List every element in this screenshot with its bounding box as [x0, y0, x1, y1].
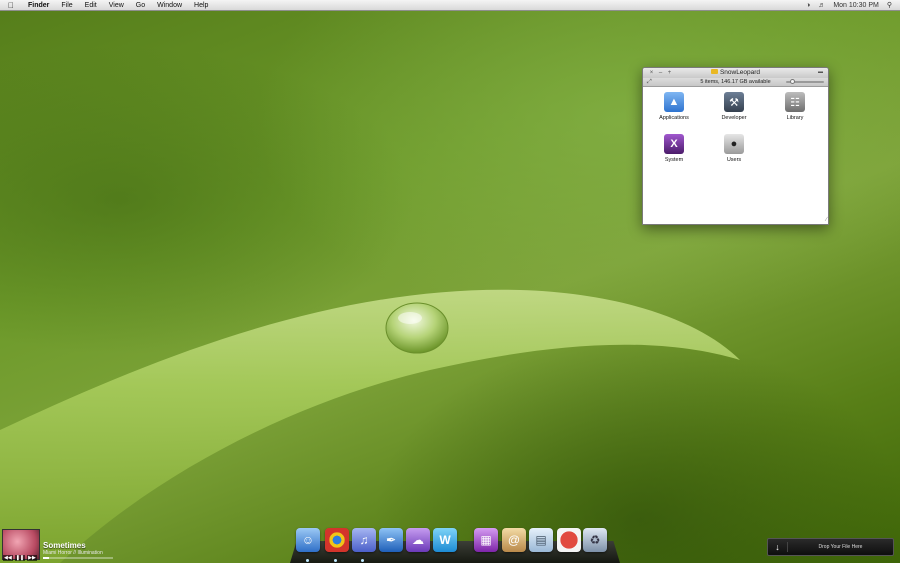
previous-icon[interactable]: ◀◀	[3, 555, 13, 561]
menu-window[interactable]: Window	[151, 0, 188, 11]
finder-window: × – + SnowLeopard ▬ ⤢ 5 items, 146.17 GB…	[642, 67, 829, 225]
toolbar-toggle-icon[interactable]: ▬	[818, 70, 824, 75]
finder-icon-grid: ▲ Applications ⚒ Developer ☷ Library X S…	[643, 88, 828, 223]
menu-bar:  Finder File Edit View Go Window Help ◑…	[0, 0, 900, 11]
stack-dock-icon[interactable]: ▦	[474, 528, 498, 552]
finder-item-label: Developer	[721, 115, 747, 121]
menu-file[interactable]: File	[55, 0, 78, 11]
finder-title: SnowLeopard	[643, 68, 828, 78]
icon-size-slider[interactable]	[786, 79, 824, 84]
pause-icon[interactable]: ❚❚	[14, 555, 26, 561]
finder-item-label: Applications	[659, 115, 689, 121]
song-progress-fill	[43, 557, 49, 559]
pen-app-dock-icon[interactable]: ✒	[379, 528, 403, 552]
finder-item-system[interactable]: X System	[649, 134, 699, 163]
resize-handle-icon[interactable]: ∕	[826, 217, 827, 223]
song-title: Sometimes	[43, 541, 86, 550]
menu-go[interactable]: Go	[130, 0, 151, 11]
spotlight-icon[interactable]: ⚲	[887, 1, 892, 9]
drop-zone[interactable]: ↓ Drop Your File Here	[767, 538, 894, 556]
menu-view[interactable]: View	[103, 0, 130, 11]
song-progress[interactable]	[43, 557, 113, 559]
x-system-icon: X	[664, 134, 684, 154]
menu-app-finder[interactable]: Finder	[22, 0, 55, 11]
clock[interactable]: Mon 10:30 PM	[833, 2, 879, 9]
menu-help[interactable]: Help	[188, 0, 214, 11]
itunes-dock-icon[interactable]: ♫	[352, 528, 376, 552]
next-icon[interactable]: ▶▶	[27, 555, 37, 561]
apple-icon[interactable]: 	[0, 1, 22, 10]
running-indicator	[334, 559, 337, 562]
finder-statusbar: ⤢ 5 items, 146.17 GB available	[643, 78, 828, 87]
finder-item-developer[interactable]: ⚒ Developer	[709, 92, 759, 121]
chrome-dock-icon[interactable]	[325, 528, 349, 552]
song-artist: Miami Horror // Illumination	[43, 550, 103, 556]
folder-icon	[710, 69, 718, 74]
menu-edit[interactable]: Edit	[79, 0, 103, 11]
download-arrow-icon: ↓	[768, 542, 788, 552]
finder-item-label: Users	[726, 157, 742, 163]
finder-titlebar[interactable]: × – + SnowLeopard ▬	[643, 68, 828, 78]
users-icon: ●	[724, 134, 744, 154]
app-store-icon: ▲	[664, 92, 684, 112]
finder-title-text: SnowLeopard	[719, 69, 761, 76]
finder-item-label: System	[664, 157, 684, 163]
finder-item-label: Library	[786, 115, 804, 121]
trash-dock-icon[interactable]: ♻	[583, 528, 607, 552]
library-columns-icon: ☷	[785, 92, 805, 112]
drop-zone-label: Drop Your File Here	[818, 544, 863, 550]
angry-birds-dock-icon[interactable]	[557, 528, 581, 552]
hammer-icon: ⚒	[724, 92, 744, 112]
slider-knob[interactable]	[790, 79, 795, 84]
running-indicator	[306, 559, 309, 562]
menu-extras: ◑ ♬ Mon 10:30 PM ⚲	[806, 1, 900, 10]
chat-dock-icon[interactable]: ☁	[406, 528, 430, 552]
folder-dock-icon[interactable]: ▤	[529, 528, 553, 552]
playback-controls: ◀◀ ❚❚ ▶▶	[3, 555, 37, 561]
time-machine-icon[interactable]: ◑	[806, 2, 810, 9]
volume-icon[interactable]: ♬	[818, 2, 825, 9]
address-book-dock-icon[interactable]: @	[502, 528, 526, 552]
now-playing-widget: ◀◀ ❚❚ ▶▶ Sometimes Miami Horror // Illum…	[0, 529, 120, 563]
finder-item-library[interactable]: ☷ Library	[770, 92, 820, 121]
running-indicator	[361, 559, 364, 562]
word-dock-icon[interactable]: W	[433, 528, 457, 552]
finder-dock-icon[interactable]: ☺	[296, 528, 320, 552]
finder-item-users[interactable]: ● Users	[709, 134, 759, 163]
finder-item-applications[interactable]: ▲ Applications	[649, 92, 699, 121]
